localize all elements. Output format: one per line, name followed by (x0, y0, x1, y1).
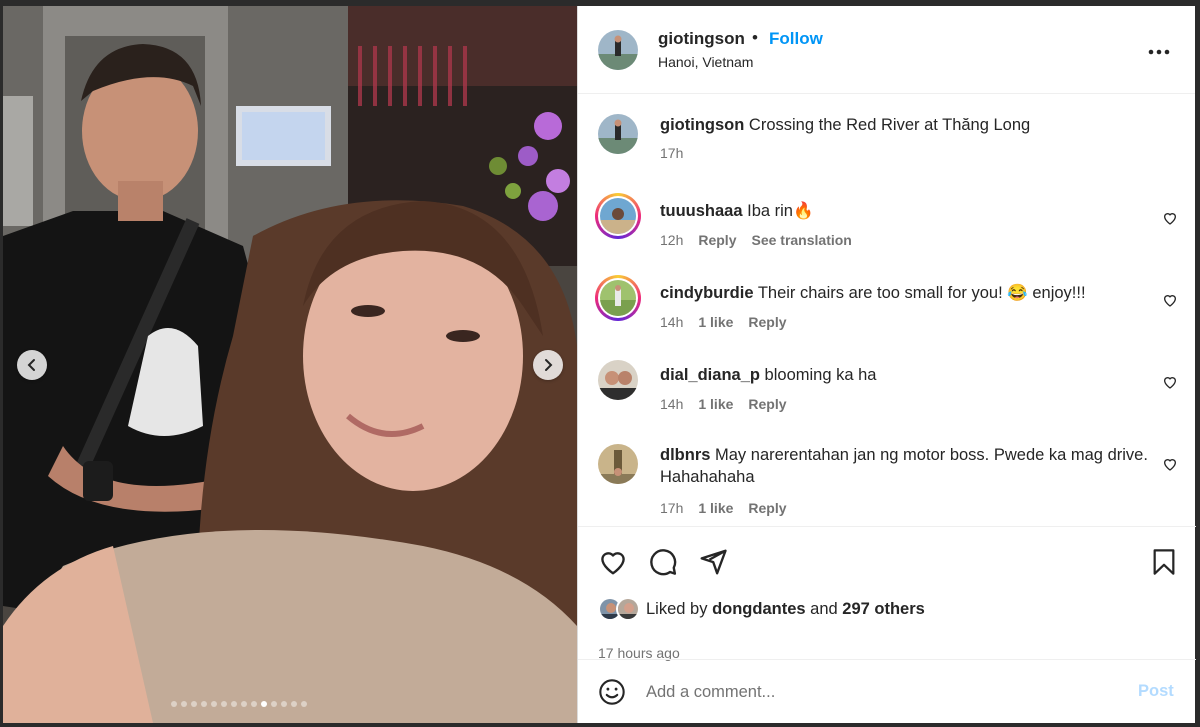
carousel-prev-button[interactable] (17, 350, 47, 380)
carousel-next-button[interactable] (533, 350, 563, 380)
carousel-dot (301, 701, 307, 707)
liker-avatar[interactable] (616, 597, 640, 621)
share-icon[interactable] (698, 547, 728, 577)
more-options-button[interactable] (1148, 38, 1170, 61)
carousel-dot (281, 701, 287, 707)
post-header: giotingson • Follow Hanoi, Vietnam (578, 6, 1195, 94)
heart-icon[interactable] (1162, 374, 1178, 390)
comment-username[interactable]: dlbnrs (660, 446, 710, 464)
post-photo (3, 6, 577, 723)
likes-joiner: and (810, 599, 838, 618)
comment-reply-button[interactable]: Reply (748, 314, 786, 330)
comment-time[interactable]: 14h (660, 314, 683, 330)
heart-icon[interactable] (1162, 292, 1178, 308)
comment-input[interactable] (646, 678, 1116, 706)
caption-time[interactable]: 17h (660, 145, 683, 161)
more-icon (1148, 49, 1170, 55)
comment-reply-button[interactable]: Reply (748, 396, 786, 412)
author-username[interactable]: giotingson (658, 29, 745, 49)
carousel-dot (241, 701, 247, 707)
commenter-avatar[interactable] (595, 275, 641, 321)
carousel-dot (261, 701, 267, 707)
comment-text: blooming ka ha (764, 366, 877, 384)
emoji-icon[interactable] (598, 678, 626, 706)
comment-text: Iba rin🔥 (747, 202, 814, 220)
post-media (3, 6, 577, 723)
carousel-dot (231, 701, 237, 707)
comment-likes[interactable]: 1 like (698, 314, 733, 330)
commenter-avatar[interactable] (598, 360, 638, 400)
caption-username[interactable]: giotingson (660, 116, 744, 134)
comment-time[interactable]: 14h (660, 396, 683, 412)
carousel-dot (171, 701, 177, 707)
comment-likes[interactable]: 1 like (698, 500, 733, 516)
heart-icon[interactable] (1162, 210, 1178, 226)
comment-composer: Post (578, 659, 1196, 723)
comment-username[interactable]: cindyburdie (660, 284, 754, 302)
comment-time[interactable]: 12h (660, 232, 683, 248)
likes-prefix: Liked by (646, 599, 708, 618)
post-location[interactable]: Hanoi, Vietnam (658, 54, 753, 70)
caption-text: Crossing the Red River at Thăng Long (748, 116, 1031, 134)
comment-time[interactable]: 17h (660, 500, 683, 516)
comments-list: giotingson Crossing the Red River at Thă… (578, 94, 1196, 526)
likes-summary: Liked by dongdantes and 297 others (598, 597, 925, 621)
heart-icon[interactable] (598, 547, 628, 577)
comment-reply-button[interactable]: Reply (748, 500, 786, 516)
author-avatar[interactable] (598, 30, 638, 70)
post-comment-button[interactable]: Post (1138, 682, 1174, 701)
liked-by-user[interactable]: dongdantes (712, 600, 806, 618)
see-translation-button[interactable]: See translation (751, 232, 851, 248)
post-details-panel: giotingson • Follow Hanoi, Vietnam gioti… (577, 6, 1196, 723)
post-actions: Liked by dongdantes and 297 others 17 ho… (578, 526, 1196, 661)
comment-username[interactable]: tuuushaaa (660, 202, 743, 220)
commenter-avatar[interactable] (595, 193, 641, 239)
comment-icon[interactable] (648, 547, 678, 577)
header-separator: • (752, 28, 758, 47)
follow-button[interactable]: Follow (769, 29, 823, 49)
carousel-dot (221, 701, 227, 707)
chevron-left-icon (27, 359, 35, 371)
commenter-avatar[interactable] (598, 444, 638, 484)
comment-likes[interactable]: 1 like (698, 396, 733, 412)
instagram-post-modal: giotingson • Follow Hanoi, Vietnam gioti… (0, 0, 1200, 727)
chevron-right-icon (545, 359, 553, 371)
comment-reply-button[interactable]: Reply (698, 232, 736, 248)
carousel-dot (211, 701, 217, 707)
caption-avatar[interactable] (598, 114, 638, 154)
bookmark-icon[interactable] (1150, 547, 1178, 577)
carousel-dot (191, 701, 197, 707)
comment-username[interactable]: dial_diana_p (660, 366, 760, 384)
comment-text: May narerentahan jan ng motor boss. Pwed… (660, 446, 1148, 486)
carousel-dot (201, 701, 207, 707)
carousel-dot (291, 701, 297, 707)
heart-icon[interactable] (1162, 456, 1178, 472)
comment-text: Their chairs are too small for you! 😂 en… (757, 284, 1086, 302)
carousel-dot (251, 701, 257, 707)
carousel-dot (271, 701, 277, 707)
carousel-dots (171, 701, 307, 709)
carousel-dot (181, 701, 187, 707)
likes-others-link[interactable]: 297 others (842, 600, 925, 618)
